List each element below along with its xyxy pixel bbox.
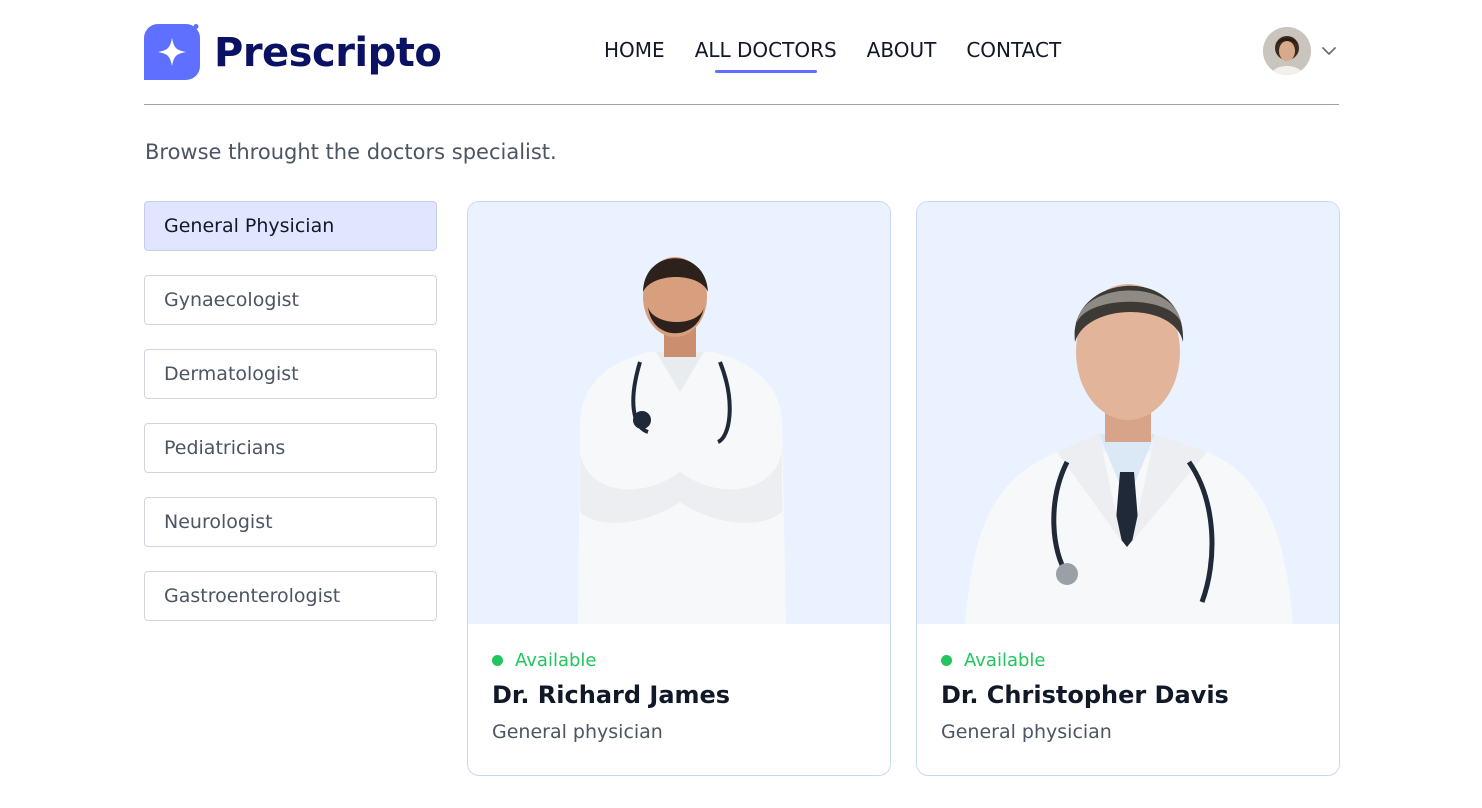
navbar: Prescripto HOME ALL DOCTORS ABOUT CONTAC… bbox=[144, 0, 1339, 105]
filter-gynaecologist[interactable]: Gynaecologist bbox=[144, 275, 437, 325]
filter-general-physician[interactable]: General Physician bbox=[144, 201, 437, 251]
speciality-filter-list: General Physician Gynaecologist Dermatol… bbox=[144, 201, 437, 621]
doctor-card[interactable]: Available Dr. Richard James General phys… bbox=[467, 201, 891, 776]
doctors-page: Prescripto HOME ALL DOCTORS ABOUT CONTAC… bbox=[0, 0, 1482, 808]
doctor-card[interactable]: Available Dr. Christopher Davis General … bbox=[916, 201, 1340, 776]
availability-label: Available bbox=[964, 650, 1046, 671]
filter-gastroenterologist[interactable]: Gastroenterologist bbox=[144, 571, 437, 621]
filter-pediatricians[interactable]: Pediatricians bbox=[144, 423, 437, 473]
doctor-name: Dr. Christopher Davis bbox=[941, 681, 1229, 709]
available-dot-icon bbox=[492, 655, 503, 666]
profile-menu[interactable] bbox=[1263, 27, 1339, 75]
nav-contact[interactable]: CONTACT bbox=[966, 38, 1061, 62]
doctor-speciality: General physician bbox=[492, 721, 663, 743]
nav-all-doctors[interactable]: ALL DOCTORS bbox=[695, 38, 837, 73]
logo[interactable]: Prescripto bbox=[144, 24, 442, 82]
nav-home[interactable]: HOME bbox=[604, 38, 665, 62]
available-dot-icon bbox=[941, 655, 952, 666]
filter-dermatologist[interactable]: Dermatologist bbox=[144, 349, 437, 399]
doctor-info: Available Dr. Christopher Davis General … bbox=[917, 624, 1339, 743]
page-subtitle: Browse throught the doctors specialist. bbox=[145, 140, 557, 164]
doctor-photo bbox=[468, 202, 890, 624]
avatar[interactable] bbox=[1263, 27, 1311, 75]
availability-label: Available bbox=[515, 650, 597, 671]
doctor-photo bbox=[917, 202, 1339, 624]
logo-icon bbox=[144, 24, 200, 80]
nav-about[interactable]: ABOUT bbox=[867, 38, 937, 62]
filter-neurologist[interactable]: Neurologist bbox=[144, 497, 437, 547]
main-nav: HOME ALL DOCTORS ABOUT CONTACT bbox=[604, 38, 1061, 73]
availability-status: Available bbox=[492, 650, 866, 671]
doctor-info: Available Dr. Richard James General phys… bbox=[468, 624, 890, 743]
chevron-down-icon[interactable] bbox=[1319, 41, 1339, 61]
brand-name: Prescripto bbox=[214, 30, 442, 76]
doctor-name: Dr. Richard James bbox=[492, 681, 731, 709]
doctor-speciality: General physician bbox=[941, 721, 1112, 743]
doctor-list: Available Dr. Richard James General phys… bbox=[467, 201, 1340, 776]
availability-status: Available bbox=[941, 650, 1315, 671]
